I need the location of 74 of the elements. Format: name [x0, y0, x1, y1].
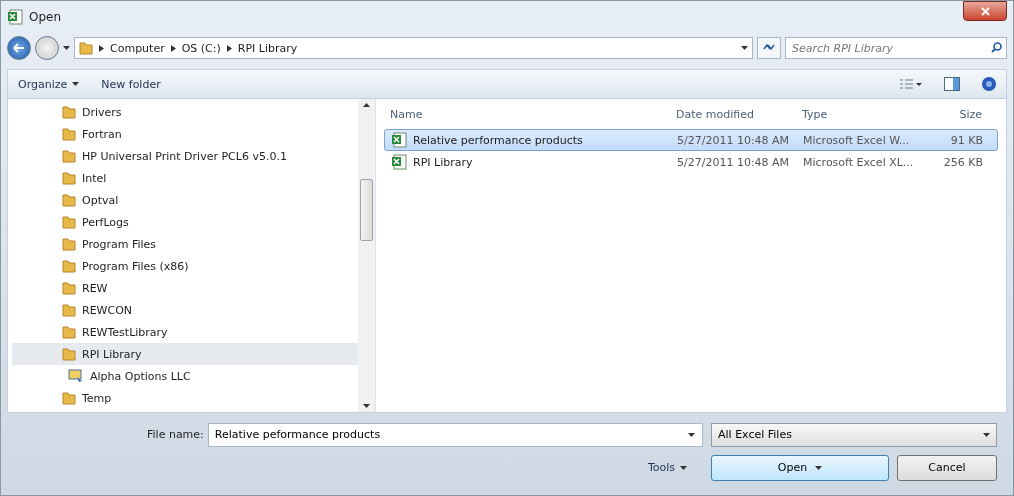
file-name-field[interactable]: Relative peformance products: [207, 422, 703, 447]
scrollbar-thumb[interactable]: [360, 179, 373, 241]
preview-pane-icon[interactable]: [944, 77, 960, 91]
arrow-left-icon: [13, 43, 25, 53]
tree-item[interactable]: HP Universal Print Driver PCL6 v5.0.1: [12, 145, 358, 167]
tree-item[interactable]: Alpha Options LLC: [12, 365, 358, 387]
organize-button[interactable]: Organize: [18, 77, 80, 91]
search-icon[interactable]: [991, 42, 1002, 53]
file-row[interactable]: Relative performance products 5/27/2011 10:48 AM Microsoft Excel W... 91 KB: [384, 129, 998, 151]
folder-icon: [62, 105, 76, 119]
tools-button[interactable]: Tools: [647, 461, 687, 474]
file-row[interactable]: RPI Library 5/27/2011 10:48 AM Microsoft Excel XL... 256 KB: [384, 151, 998, 173]
caret-icon[interactable]: [688, 432, 695, 437]
excel-file-icon: [391, 154, 407, 170]
refresh-button[interactable]: [757, 37, 781, 59]
breadcrumb[interactable]: Computer: [110, 41, 165, 55]
tree-item[interactable]: Intel: [12, 167, 358, 189]
caret-icon: [983, 432, 990, 437]
file-type-dropdown[interactable]: All Excel Files: [711, 422, 997, 447]
caret-icon: [680, 465, 687, 470]
column-header[interactable]: Type: [796, 107, 922, 121]
tree-item[interactable]: Program Files (x86): [12, 255, 358, 277]
tree-item[interactable]: REWCON: [12, 299, 358, 321]
cancel-button[interactable]: Cancel: [897, 454, 997, 481]
shortcut-icon: [68, 369, 84, 383]
folder-icon: [79, 41, 93, 55]
chevron-icon: [99, 44, 104, 52]
column-header[interactable]: Size: [922, 107, 988, 121]
back-button[interactable]: [7, 36, 31, 60]
tree-item[interactable]: Program Files: [12, 233, 358, 255]
folder-icon: [62, 171, 76, 185]
chevron-icon: [226, 44, 232, 52]
folder-icon: [62, 347, 76, 361]
folder-icon: [62, 149, 76, 163]
folder-icon: [62, 325, 76, 339]
folder-icon: [62, 215, 76, 229]
file-name-label: File name:: [147, 428, 204, 441]
tree-item[interactable]: REWTestLibrary: [12, 321, 358, 343]
folder-icon: [62, 281, 76, 295]
view-list-icon[interactable]: [900, 78, 922, 90]
new-folder-button[interactable]: New folder: [101, 77, 161, 91]
tree-item[interactable]: PerfLogs: [12, 211, 358, 233]
excel-icon: [7, 9, 23, 25]
close-button[interactable]: [963, 1, 1007, 21]
scrollbar[interactable]: [358, 99, 375, 412]
address-bar[interactable]: Computer OS (C:) RPI Library: [74, 37, 753, 59]
chevron-icon: [170, 44, 176, 52]
tree-item[interactable]: Optval: [12, 189, 358, 211]
history-caret-icon[interactable]: [63, 46, 70, 50]
caret-icon: [815, 465, 823, 470]
search-field[interactable]: Search RPI Library: [785, 37, 1007, 59]
tree-item[interactable]: Temp: [12, 387, 358, 409]
breadcrumb[interactable]: RPI Library: [237, 41, 298, 55]
folder-icon: [62, 391, 76, 405]
column-header[interactable]: Date modified: [670, 107, 796, 121]
caret-icon: [72, 82, 80, 86]
tree-item[interactable]: Fortran: [12, 123, 358, 145]
folder-icon: [62, 193, 76, 207]
excel-file-icon: [391, 132, 407, 148]
folder-icon: [62, 127, 76, 141]
tree-item[interactable]: RPI Library: [12, 343, 358, 365]
open-button[interactable]: Open: [711, 454, 889, 481]
breadcrumb[interactable]: OS (C:): [181, 41, 221, 55]
column-header[interactable]: Name: [384, 107, 670, 121]
caret-icon[interactable]: [741, 46, 748, 50]
window-title: Open: [29, 10, 62, 24]
caret-icon: [363, 404, 370, 408]
tree-item[interactable]: REW: [12, 277, 358, 299]
folder-icon: [62, 237, 76, 251]
close-icon: [980, 6, 990, 16]
folder-icon: [62, 259, 76, 273]
folder-icon: [62, 303, 76, 317]
tree-item[interactable]: Drivers: [12, 101, 358, 123]
caret-icon: [363, 103, 370, 107]
